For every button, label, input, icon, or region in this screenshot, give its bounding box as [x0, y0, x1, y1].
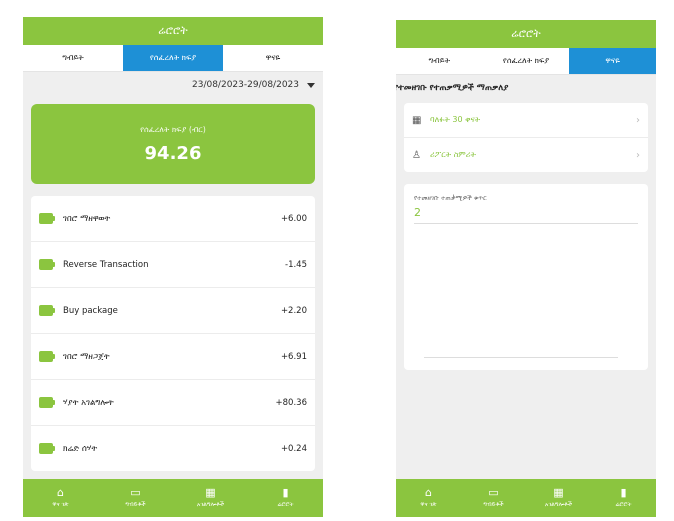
tab-commission[interactable]: የሰፈረለት ክፍያ	[483, 48, 570, 74]
nav-home[interactable]: ⌂ ዋና ገጽ	[23, 479, 98, 517]
app-title: ሬሮሮት	[158, 24, 188, 37]
transaction-label: Reverse Transaction	[63, 259, 149, 270]
field-label: የተመዘገቡ ተጠቃሚዎች ቁጥር	[414, 194, 487, 202]
balance-amount: 94.26	[144, 142, 202, 164]
option-period[interactable]: ▦ ባለፉት 30 ቀናት ›	[404, 103, 648, 138]
app-header: ሬሮሮት	[23, 17, 323, 45]
tab-main[interactable]: ዋናዬ	[569, 48, 656, 74]
stats-icon: ▮	[620, 486, 627, 499]
nav-label: አገልግሎቶች	[544, 501, 573, 508]
chevron-right-icon: ›	[636, 114, 640, 126]
calendar-icon: ▦	[412, 114, 422, 126]
transaction-value: -1.45	[285, 259, 307, 270]
option-label: ባለፉት 30 ቀናት	[430, 115, 481, 124]
home-icon: ⌂	[57, 486, 64, 499]
list-item[interactable]: ገበሮ ማዘጋጀት +6.91	[31, 334, 315, 380]
app-title: ሬሮሮት	[511, 27, 541, 40]
nav-label: ሬሮሮት	[277, 501, 294, 508]
list-item[interactable]: ሃያት አገልግሎት +80.36	[31, 380, 315, 426]
wallet-icon	[39, 213, 55, 224]
transaction-icon: ▭	[488, 486, 499, 499]
transaction-value: +2.20	[280, 305, 307, 316]
caret-down-icon	[307, 82, 315, 88]
nav-label: ግብይቶች	[125, 501, 146, 508]
balance-label: የሰፈረለት ክፍያ (ብር)	[140, 124, 206, 134]
nav-label: ሬሮሮት	[615, 501, 632, 508]
nav-services[interactable]: ▦ አገልግሎቶች	[526, 479, 591, 517]
field-value: 2	[414, 206, 421, 219]
transaction-value: +6.00	[280, 213, 307, 224]
bottom-nav: ⌂ ዋና ገጽ ▭ ግብይቶች ▦ አገልግሎቶች ▮ ሬሮሮት	[396, 479, 656, 517]
nav-stats[interactable]: ▮ ሬሮሮት	[248, 479, 323, 517]
transaction-list: ገበሮ ማዘዋወት +6.00 Reverse Transaction -1.4…	[31, 196, 315, 471]
transaction-value: +80.36	[275, 397, 307, 408]
wallet-icon	[39, 259, 55, 270]
transaction-value: +0.24	[280, 443, 307, 454]
transaction-label: ሃያት አገልግሎት	[63, 397, 114, 408]
transaction-label: ገበሮ ማዘጋጀት	[63, 351, 110, 362]
transaction-label: ገበሮ ማዘዋወት	[63, 213, 111, 224]
screen-summary: ሬሮሮት ግብይት የሰፈረለት ክፍያ ዋናዬ የተመዘገቡ የተጠቃሚዎች …	[396, 20, 656, 517]
commission-balance-card: የሰፈረለት ክፍያ (ብር) 94.26	[31, 104, 315, 184]
tab-transactions[interactable]: ግብይት	[396, 48, 483, 74]
date-range-selector[interactable]: 23/08/2023-29/08/2023	[23, 72, 323, 98]
date-range-text: 23/08/2023-29/08/2023	[192, 80, 299, 90]
option-label: ሪፖርት ስምሪት	[430, 150, 476, 159]
nav-transactions[interactable]: ▭ ግብይቶች	[98, 479, 173, 517]
tab-transactions[interactable]: ግብይት	[23, 45, 123, 71]
registered-users-card: የተመዘገቡ ተጠቃሚዎች ቁጥር 2	[404, 184, 648, 370]
tab-main[interactable]: ዋናዬ	[223, 45, 323, 71]
nav-home[interactable]: ⌂ ዋና ገጽ	[396, 479, 461, 517]
tab-bar: ግብይት የሰፈረለት ክፍያ ዋናዬ	[396, 48, 656, 75]
app-header: ሬሮሮት	[396, 20, 656, 48]
bottom-nav: ⌂ ዋና ገጽ ▭ ግብይቶች ▦ አገልግሎቶች ▮ ሬሮሮት	[23, 479, 323, 517]
transaction-icon: ▭	[130, 486, 141, 499]
screen-earnings: ሬሮሮት ግብይት የሰፈረለት ክፍያ ዋናዬ 23/08/2023-29/0…	[23, 17, 323, 517]
transaction-value: +6.91	[280, 351, 307, 362]
nav-label: ዋና ገጽ	[52, 501, 69, 508]
tab-commission[interactable]: የሰፈረለት ክፍያ	[123, 45, 223, 71]
option-report[interactable]: ♙ ሪፖርት ስምሪት ›	[404, 138, 648, 172]
filter-options-card: ▦ ባለፉት 30 ቀናት › ♙ ሪፖርት ስምሪት ›	[404, 103, 648, 172]
wallet-icon	[39, 305, 55, 316]
nav-label: አገልግሎቶች	[196, 501, 225, 508]
list-item[interactable]: ክሬድ ሰሃት +0.24	[31, 426, 315, 471]
nav-services[interactable]: ▦ አገልግሎቶች	[173, 479, 248, 517]
nav-stats[interactable]: ▮ ሬሮሮት	[591, 479, 656, 517]
list-item[interactable]: Buy package +2.20	[31, 288, 315, 334]
divider	[424, 357, 618, 358]
list-item[interactable]: Reverse Transaction -1.45	[31, 242, 315, 288]
stats-icon: ▮	[282, 486, 289, 499]
home-icon: ⌂	[425, 486, 432, 499]
nav-label: ግብይቶች	[483, 501, 504, 508]
nav-label: ዋና ገጽ	[420, 501, 437, 508]
wallet-icon	[39, 351, 55, 362]
user-icon: ♙	[412, 149, 421, 161]
section-title: የተመዘገቡ የተጠቃሚዎች ማጠቃለያ	[396, 83, 509, 93]
list-item[interactable]: ገበሮ ማዘዋወት +6.00	[31, 196, 315, 242]
services-icon: ▦	[205, 486, 216, 499]
wallet-icon	[39, 443, 55, 454]
transaction-label: Buy package	[63, 305, 118, 316]
wallet-icon	[39, 397, 55, 408]
divider	[414, 223, 638, 224]
services-icon: ▦	[553, 486, 564, 499]
chevron-right-icon: ›	[636, 149, 640, 161]
tab-bar: ግብይት የሰፈረለት ክፍያ ዋናዬ	[23, 45, 323, 72]
nav-transactions[interactable]: ▭ ግብይቶች	[461, 479, 526, 517]
transaction-label: ክሬድ ሰሃት	[63, 443, 98, 454]
